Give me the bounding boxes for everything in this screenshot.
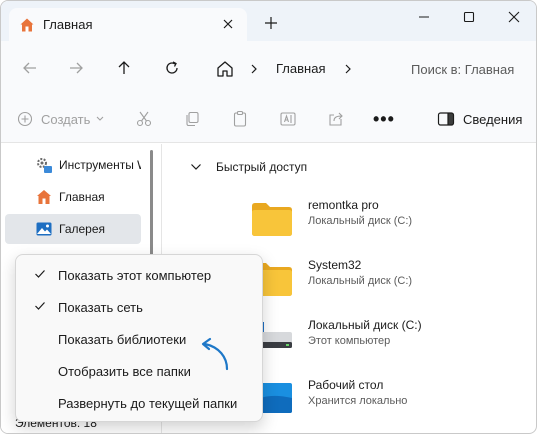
address-location[interactable]: Главная: [276, 61, 325, 76]
menu-item-label: Показать этот компьютер: [58, 268, 212, 283]
sidebar-item-label: Инструменты W: [59, 158, 141, 172]
refresh-icon[interactable]: [163, 59, 181, 77]
share-icon[interactable]: [327, 110, 345, 128]
chevron-down-icon: [97, 116, 104, 121]
menu-item-show-network[interactable]: Показать сеть: [20, 291, 258, 323]
forward-icon[interactable]: [67, 59, 85, 77]
annotation-arrow-icon: [201, 337, 229, 371]
copy-icon[interactable]: [183, 110, 201, 128]
home-icon: [37, 190, 51, 204]
title-bar: Главная: [1, 1, 536, 41]
menu-item-label: Отобразить все папки: [58, 364, 191, 379]
section-title: Быстрый доступ: [216, 160, 308, 174]
item-location: Локальный диск (C:): [308, 215, 413, 227]
item-location: Локальный диск (C:): [308, 275, 413, 287]
menu-item-show-this-pc[interactable]: Показать этот компьютер: [20, 259, 258, 291]
details-pane-icon: [437, 112, 455, 126]
item-name: System32: [308, 258, 362, 272]
up-icon[interactable]: [115, 59, 133, 77]
command-bar: Создать ••• Сведения: [1, 97, 536, 143]
item-name: remontka pro: [308, 198, 379, 212]
sidebar-item-tools[interactable]: Инструменты W: [5, 150, 141, 180]
create-label: Создать: [41, 111, 91, 127]
tab-title: Главная: [43, 17, 93, 32]
list-item[interactable]: System32 Локальный диск (C:): [248, 254, 518, 302]
item-name: Локальный диск (C:): [308, 318, 422, 332]
item-location: Этот компьютер: [308, 335, 391, 347]
address-bar[interactable]: Главная: [201, 51, 397, 87]
sidebar-item-gallery[interactable]: Галерея: [5, 214, 141, 244]
quick-access-header[interactable]: Быстрый доступ: [190, 160, 307, 174]
menu-item-label: Развернуть до текущей папки: [58, 396, 238, 411]
chevron-down-icon[interactable]: [190, 163, 202, 171]
list-item[interactable]: Локальный диск (C:) Этот компьютер: [248, 314, 518, 362]
close-icon[interactable]: [506, 9, 522, 25]
maximize-icon[interactable]: [461, 9, 477, 25]
chevron-right-icon[interactable]: [343, 63, 353, 75]
list-item[interactable]: Рабочий стол Хранится локально: [248, 374, 518, 422]
cut-icon[interactable]: [135, 110, 153, 128]
tab-home[interactable]: Главная: [9, 8, 247, 41]
home-icon: [20, 18, 34, 31]
checkmark-icon: [35, 302, 45, 310]
tab-close-icon[interactable]: [221, 17, 235, 31]
more-options-button[interactable]: •••: [373, 109, 395, 130]
paste-icon[interactable]: [231, 110, 249, 128]
new-tab-icon[interactable]: [263, 15, 279, 31]
item-location: Хранится локально: [308, 395, 408, 407]
menu-item-label: Показать сеть: [58, 300, 143, 315]
navigation-bar: Главная Поиск в: Главная: [1, 41, 536, 97]
menu-item-expand-to-current-folder[interactable]: Развернуть до текущей папки: [20, 387, 258, 419]
explorer-window: Главная Главная Поиск в: Главная Создать…: [0, 0, 537, 434]
minimize-icon[interactable]: [416, 9, 432, 25]
address-home-icon[interactable]: [215, 59, 235, 79]
item-name: Рабочий стол: [308, 378, 384, 392]
tools-icon: [37, 158, 52, 173]
list-item[interactable]: remontka pro Локальный диск (C:): [248, 194, 518, 242]
gallery-icon: [36, 222, 52, 236]
search-box[interactable]: Поиск в: Главная: [401, 51, 536, 87]
search-placeholder: Поиск в: Главная: [411, 62, 515, 77]
rename-icon[interactable]: [279, 110, 297, 128]
plus-circle-icon: [17, 111, 33, 127]
details-button[interactable]: Сведения: [437, 111, 522, 127]
sidebar-item-label: Главная: [59, 190, 105, 204]
chevron-right-icon[interactable]: [249, 63, 259, 75]
back-icon[interactable]: [21, 59, 39, 77]
sidebar-scrollbar[interactable]: [150, 150, 153, 270]
menu-item-label: Показать библиотеки: [58, 332, 187, 347]
checkmark-icon: [35, 270, 45, 278]
details-label: Сведения: [463, 111, 523, 127]
folder-icon: [252, 203, 292, 236]
sidebar-item-home[interactable]: Главная: [5, 182, 141, 212]
sidebar-item-label: Галерея: [59, 222, 106, 236]
create-button[interactable]: Создать: [17, 111, 104, 127]
